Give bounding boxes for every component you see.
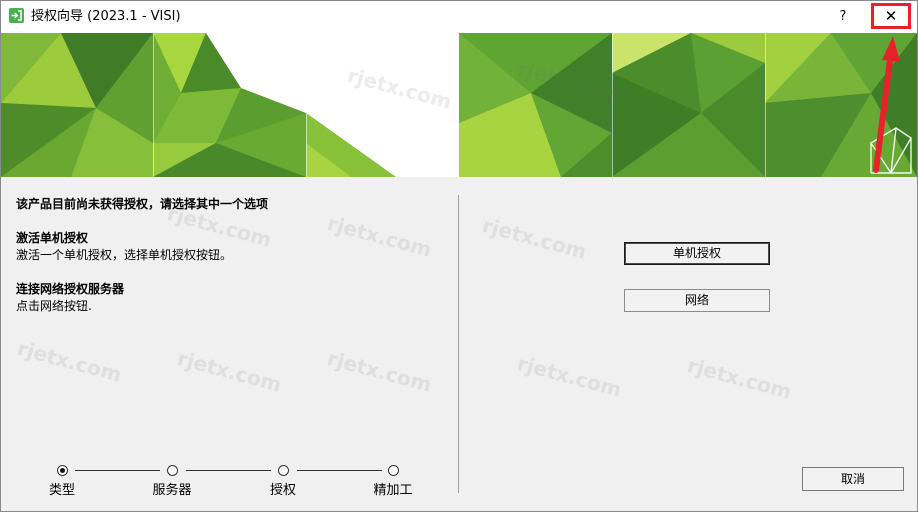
step-label-finish: 精加工 xyxy=(373,483,413,498)
help-icon: ? xyxy=(839,9,847,24)
license-wizard-window: 授权向导 (2023.1 - VISI) ? ✕ 该产品目前尚未获得授权，请选择… xyxy=(0,0,918,512)
step-label-server: 服务器 xyxy=(152,483,192,498)
step-label-license: 授权 xyxy=(269,483,296,498)
watermark-text: rjetx.com xyxy=(514,351,625,402)
step-indicator-type xyxy=(57,465,68,476)
watermark-text: rjetx.com xyxy=(479,213,590,264)
option-title-network: 连接网络授权服务器 xyxy=(16,282,125,296)
option-desc-network: 点击网络按钮. xyxy=(16,299,92,313)
step-connector xyxy=(297,470,382,471)
banner-graphic xyxy=(1,33,917,177)
watermark-text: rjetx.com xyxy=(324,346,435,397)
option-title-standalone: 激活单机授权 xyxy=(16,231,89,245)
step-connector xyxy=(75,470,160,471)
license-wizard-icon xyxy=(9,8,24,23)
watermark-text: rjetx.com xyxy=(14,336,125,387)
step-selected-dot xyxy=(60,468,65,473)
title-bar: 授权向导 (2023.1 - VISI) ? ✕ xyxy=(1,1,917,33)
network-button[interactable]: 网络 xyxy=(624,289,770,312)
step-connector xyxy=(186,470,271,471)
watermark-text: rjetx.com xyxy=(324,211,435,262)
close-icon: ✕ xyxy=(884,7,898,25)
step-indicator-finish xyxy=(388,465,399,476)
watermark-text: rjetx.com xyxy=(684,353,795,404)
help-button[interactable]: ? xyxy=(831,5,855,29)
step-label-type: 类型 xyxy=(48,483,75,498)
standalone-license-button[interactable]: 单机授权 xyxy=(624,242,770,265)
cancel-button[interactable]: 取消 xyxy=(802,467,904,491)
step-indicator-server xyxy=(167,465,178,476)
watermark-text: rjetx.com xyxy=(174,346,285,397)
close-button[interactable]: ✕ xyxy=(873,4,909,28)
step-indicator-license xyxy=(278,465,289,476)
option-desc-standalone: 激活一个单机授权，选择单机授权按钮。 xyxy=(16,248,233,262)
panel-divider xyxy=(458,195,459,493)
header-banner xyxy=(1,33,917,177)
window-title: 授权向导 (2023.1 - VISI) xyxy=(31,9,181,24)
intro-heading: 该产品目前尚未获得授权，请选择其中一个选项 xyxy=(16,197,269,211)
